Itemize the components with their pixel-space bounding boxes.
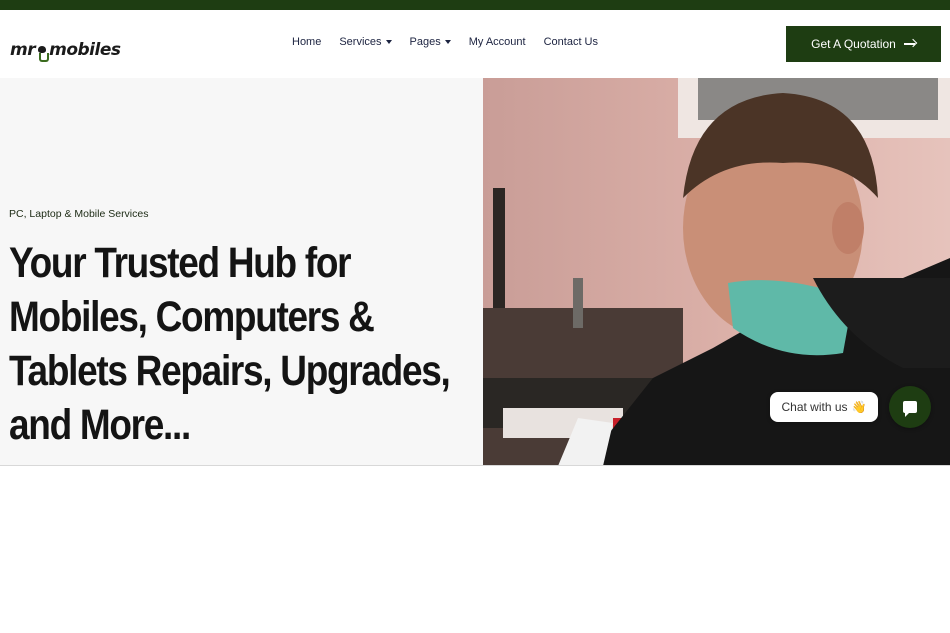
logo-text-left: mr xyxy=(10,40,36,60)
wave-emoji-icon: 👋 xyxy=(851,400,867,414)
chat-label: Chat with us xyxy=(781,400,848,414)
main-nav: Home Services Pages My Account Contact U… xyxy=(292,36,598,48)
caret-down-icon xyxy=(444,40,451,44)
chat-icon xyxy=(903,401,917,417)
nav-item-label: Pages xyxy=(409,36,441,48)
hero-title-line: Your Trusted Hub for xyxy=(9,239,352,287)
logo-text-right: mobiles xyxy=(49,40,121,60)
hero-title-line: and More... xyxy=(9,401,191,449)
site-header: mr mobiles Home Services Pages My Accoun… xyxy=(0,10,950,78)
nav-item-contact-us[interactable]: Contact Us xyxy=(544,36,598,48)
hero-text-panel: PC, Laptop & Mobile Services Your Truste… xyxy=(0,78,483,466)
hero-title-line: Mobiles, Computers & xyxy=(9,293,375,341)
chat-button[interactable] xyxy=(889,386,931,428)
nav-item-home[interactable]: Home xyxy=(292,36,321,48)
hero-title: Your Trusted Hub for Mobiles, Computers … xyxy=(9,236,473,452)
site-logo[interactable]: mr mobiles xyxy=(10,28,121,62)
nav-item-label: Contact Us xyxy=(543,36,599,48)
nav-item-services[interactable]: Services xyxy=(339,36,392,48)
top-bar xyxy=(0,0,950,10)
hero-image xyxy=(483,78,950,466)
nav-item-label: Home xyxy=(292,36,322,48)
logo-mascot-icon xyxy=(36,46,50,62)
caret-down-icon xyxy=(385,40,392,44)
hero-kicker: PC, Laptop & Mobile Services xyxy=(9,208,149,220)
nav-item-pages[interactable]: Pages xyxy=(410,36,451,48)
cta-label: Get A Quotation xyxy=(811,37,896,51)
get-quotation-button[interactable]: Get A Quotation xyxy=(786,26,941,62)
hero-title-line: Tablets Repairs, Upgrades, xyxy=(9,347,451,395)
nav-item-label: Services xyxy=(339,36,382,48)
hero-divider xyxy=(0,465,950,466)
nav-item-label: My Account xyxy=(468,36,526,48)
chat-with-us-bubble[interactable]: Chat with us 👋 xyxy=(770,392,878,422)
arrow-right-icon xyxy=(903,39,916,49)
nav-item-my-account[interactable]: My Account xyxy=(469,36,526,48)
technician-photo xyxy=(483,78,950,466)
